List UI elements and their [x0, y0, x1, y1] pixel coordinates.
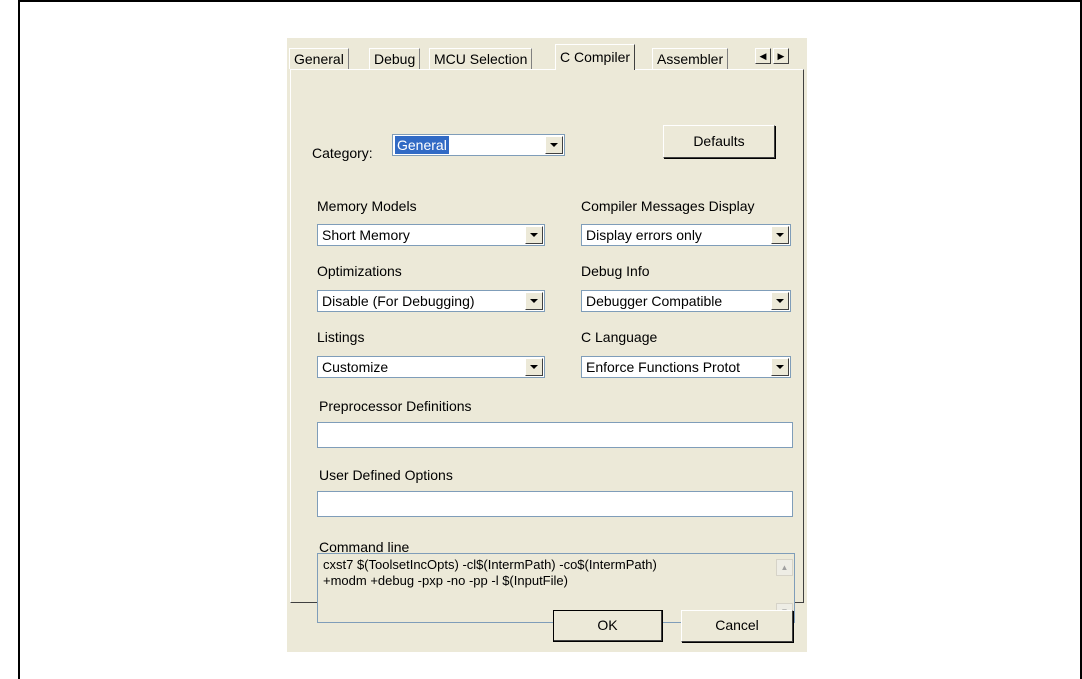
chevron-down-icon[interactable] [525, 292, 543, 310]
listings-value: Customize [322, 359, 389, 375]
debug-info-select[interactable]: Debugger Compatible [581, 290, 791, 312]
memory-models-select[interactable]: Short Memory [317, 224, 545, 246]
listings-select[interactable]: Customize [317, 356, 545, 378]
compiler-messages-value: Display errors only [586, 227, 702, 243]
cancel-button[interactable]: Cancel [681, 610, 793, 642]
tab-debug[interactable]: Debug [369, 48, 421, 69]
memory-models-label: Memory Models [317, 198, 417, 214]
scroll-up-icon[interactable]: ▲ [776, 559, 793, 576]
tab-assembler[interactable]: Assembler [652, 48, 729, 69]
ok-button[interactable]: OK [553, 610, 663, 642]
chevron-down-icon[interactable] [545, 136, 563, 154]
optimizations-value: Disable (For Debugging) [322, 293, 475, 309]
debug-info-value: Debugger Compatible [586, 293, 723, 309]
chevron-down-icon[interactable] [771, 292, 789, 310]
user-options-label: User Defined Options [319, 467, 453, 483]
compiler-settings-dialog: General Debug MCU Selection C Compiler A… [287, 38, 807, 652]
listings-label: Listings [317, 329, 365, 345]
optimizations-select[interactable]: Disable (For Debugging) [317, 290, 545, 312]
memory-models-value: Short Memory [322, 227, 410, 243]
chevron-down-icon[interactable] [525, 226, 543, 244]
tab-panel: Category: General Defaults Memory Models… [290, 69, 804, 623]
preprocessor-input[interactable] [317, 422, 793, 448]
c-language-value: Enforce Functions Protot [586, 359, 741, 375]
tab-mcu-selection[interactable]: MCU Selection [429, 48, 533, 69]
tab-scroll-left-icon[interactable]: ◀ [755, 48, 771, 64]
user-options-input[interactable] [317, 491, 793, 517]
compiler-messages-select[interactable]: Display errors only [581, 224, 791, 246]
tab-strip: General Debug MCU Selection C Compiler A… [287, 38, 807, 70]
tab-c-compiler[interactable]: C Compiler [555, 44, 636, 70]
category-label: Category: [312, 145, 373, 161]
category-select[interactable]: General [392, 134, 565, 156]
c-language-label: C Language [581, 329, 658, 345]
c-language-select[interactable]: Enforce Functions Protot [581, 356, 791, 378]
chevron-down-icon[interactable] [525, 358, 543, 376]
category-value: General [395, 136, 449, 154]
compiler-messages-label: Compiler Messages Display [581, 198, 755, 214]
command-line-text-2: +modm +debug -pxp -no -pp -l $(InputFile… [323, 573, 568, 588]
chevron-down-icon[interactable] [771, 226, 789, 244]
optimizations-label: Optimizations [317, 263, 402, 279]
defaults-button[interactable]: Defaults [663, 125, 775, 158]
preprocessor-label: Preprocessor Definitions [319, 398, 472, 414]
tab-scroll-right-icon[interactable]: ▶ [773, 48, 789, 64]
chevron-down-icon[interactable] [771, 358, 789, 376]
tab-general[interactable]: General [289, 48, 349, 69]
debug-info-label: Debug Info [581, 263, 650, 279]
command-line-text-1: cxst7 $(ToolsetIncOpts) -cl$(IntermPath)… [323, 557, 657, 572]
